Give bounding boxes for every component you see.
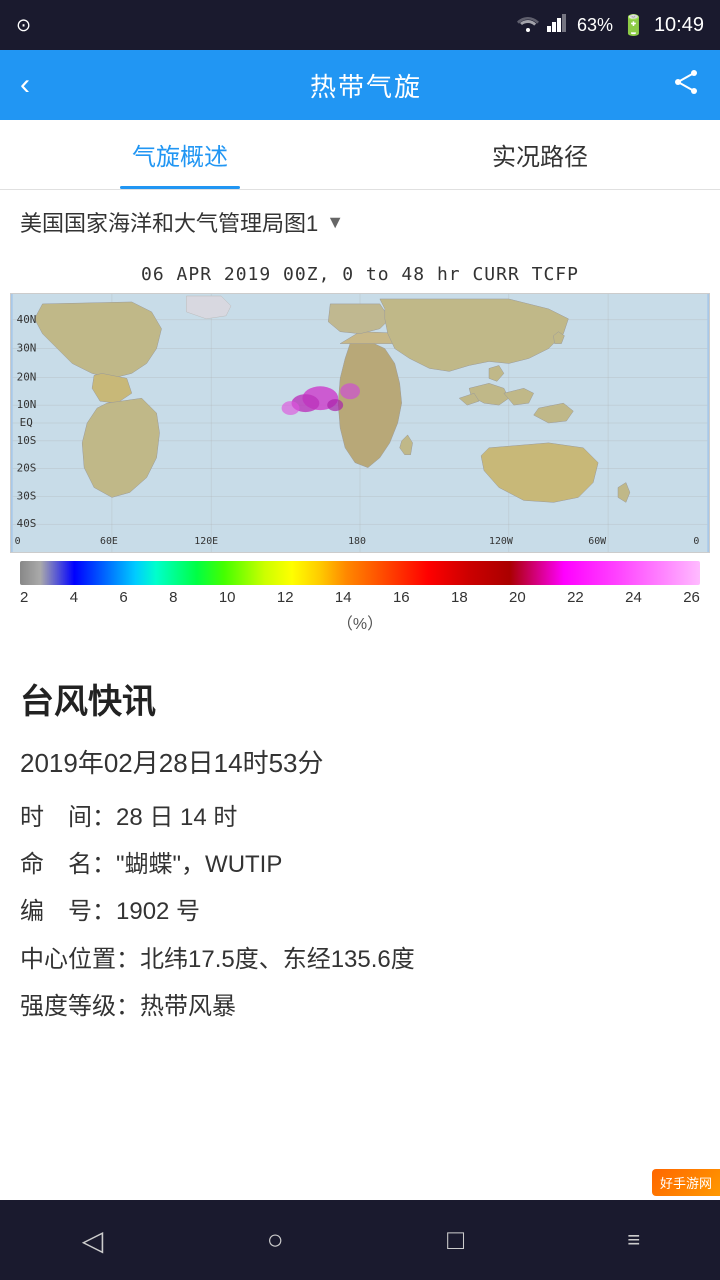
nav-home-icon: ○ [267,1224,284,1256]
colorbar-tick-7: 14 [335,589,352,606]
colorbar-tick-3: 6 [119,589,127,606]
colorbar-tick-4: 8 [169,589,177,606]
colorbar-tick-9: 18 [451,589,468,606]
colorbar-tick-11: 22 [567,589,584,606]
svg-text:60E: 60E [100,536,118,547]
android-icon: ⊙ [16,15,31,36]
colorbar-tick-2: 4 [70,589,78,606]
news-item-name-value: "蝴蝶"，WUTIP [116,851,282,878]
tab-path-label: 实况路径 [492,137,588,172]
nav-back-icon: ◁ [82,1224,104,1257]
colorbar-tick-8: 16 [393,589,410,606]
tab-path[interactable]: 实况路径 [360,120,720,189]
news-item-number-label: 编 号： [20,898,116,925]
news-item-location-value: 北纬17.5度、东经135.6度 [140,946,415,973]
nav-recent-button[interactable]: □ [447,1224,464,1256]
news-item-time-value: 28 日 14 时 [116,804,237,831]
source-label: 美国国家海洋和大气管理局图1 [20,206,318,238]
colorbar-tick-10: 20 [509,589,526,606]
status-left: ⊙ [16,15,31,36]
svg-text:40S: 40S [17,517,37,530]
svg-text:30S: 30S [17,489,37,502]
source-selector[interactable]: 美国国家海洋和大气管理局图1 ▼ [0,190,720,254]
battery-icon: 🔋 [621,13,646,38]
news-section: 台风快讯 2019年02月28日14时53分 时 间：28 日 14 时 命 名… [0,654,720,1042]
news-item-level: 强度等级：热带风暴 [20,985,700,1028]
colorbar-section: 2 4 6 8 10 12 14 16 18 20 22 24 26 （%） [10,561,710,634]
colorbar-tick-5: 10 [219,589,236,606]
news-item-level-label: 强度等级： [20,993,140,1020]
svg-text:0: 0 [693,536,699,547]
svg-text:180: 180 [348,536,366,547]
tab-overview[interactable]: 气旋概述 [0,120,360,189]
news-section-title: 台风快讯 [20,674,700,723]
news-item-name-label: 命 名： [20,851,116,878]
nav-back-button[interactable]: ◁ [82,1224,104,1257]
back-button[interactable]: ‹ [20,68,60,102]
wifi-icon [517,14,539,37]
tab-bar: 气旋概述 实况路径 [0,120,720,190]
svg-text:10N: 10N [17,398,37,411]
map-section: 06 APR 2019 00Z, 0 to 48 hr CURR TCFP [0,254,720,654]
nav-recent-icon: □ [447,1224,464,1256]
colorbar-tick-13: 26 [683,589,700,606]
news-item-location: 中心位置：北纬17.5度、东经135.6度 [20,938,700,981]
page-title: 热带气旋 [310,67,422,104]
signal-icon [547,14,569,37]
svg-text:30N: 30N [17,342,37,355]
news-item-level-value: 热带风暴 [140,993,236,1020]
news-item-number: 编 号：1902 号 [20,890,700,933]
status-bar: ⊙ 63% 🔋 10:49 [0,0,720,50]
news-item-name: 命 名："蝴蝶"，WUTIP [20,843,700,886]
svg-text:20S: 20S [17,462,37,475]
dropdown-arrow-icon: ▼ [326,212,344,233]
tab-overview-label: 气旋概述 [132,137,228,172]
share-button[interactable] [672,68,700,103]
news-item-number-value: 1902 号 [116,898,200,925]
status-right: 63% 🔋 10:49 [517,13,704,38]
colorbar-labels: 2 4 6 8 10 12 14 16 18 20 22 24 26 [20,589,700,606]
world-map: 40N 30N 20N 10N EQ 10S 20S 30S 40S 0 60E… [10,293,710,553]
colorbar-tick-1: 2 [20,589,28,606]
map-title: 06 APR 2019 00Z, 0 to 48 hr CURR TCFP [10,264,710,285]
colorbar-unit: （%） [337,610,383,634]
colorbar-gradient [20,561,700,585]
svg-text:40N: 40N [17,313,37,326]
svg-text:10S: 10S [17,434,37,447]
nav-menu-button[interactable]: ≡ [627,1227,638,1253]
title-bar: ‹ 热带气旋 [0,50,720,120]
nav-home-button[interactable]: ○ [267,1224,284,1256]
svg-text:120E: 120E [194,536,218,547]
svg-text:60W: 60W [588,536,606,547]
battery-text: 63% [577,15,613,36]
news-date: 2019年02月28日14时53分 [20,743,700,780]
svg-text:0: 0 [15,536,21,547]
svg-text:120W: 120W [489,536,513,547]
news-item-time: 时 间：28 日 14 时 [20,796,700,839]
svg-text:20N: 20N [17,370,37,383]
news-item-time-label: 时 间： [20,804,116,831]
time-display: 10:49 [654,14,704,37]
nav-menu-icon: ≡ [627,1227,638,1253]
colorbar-tick-6: 12 [277,589,294,606]
svg-text:EQ: EQ [20,416,33,429]
watermark: 好手游网 [652,1169,720,1196]
news-item-location-label: 中心位置： [20,946,140,973]
bottom-nav: ◁ ○ □ ≡ [0,1200,720,1280]
colorbar-tick-12: 24 [625,589,642,606]
